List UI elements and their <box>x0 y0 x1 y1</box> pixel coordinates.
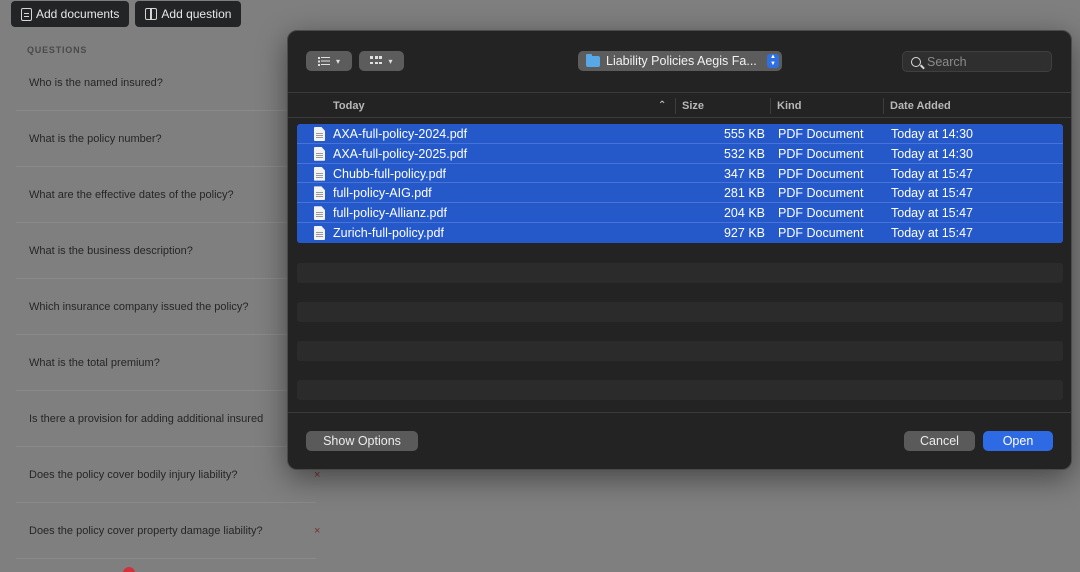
question-item[interactable]: Is there a provision for adding addition… <box>16 391 316 447</box>
footer-divider <box>288 412 1071 413</box>
show-options-button[interactable]: Show Options <box>306 431 418 451</box>
pdf-file-icon <box>314 146 325 161</box>
toolbar: Add documents Add question <box>11 1 242 27</box>
cancel-button[interactable]: Cancel <box>904 431 975 451</box>
question-text: What is the total premium? <box>29 356 160 369</box>
notification-dot <box>123 567 135 572</box>
panel-icon <box>145 8 158 20</box>
file-list: AXA-full-policy-2024.pdf 555 KB PDF Docu… <box>297 124 1063 243</box>
file-size: 927 KB <box>723 225 765 240</box>
question-text: What is the policy number? <box>29 132 162 145</box>
pdf-file-icon <box>314 225 325 240</box>
file-name: Zurich-full-policy.pdf <box>333 225 444 240</box>
file-row[interactable]: full-policy-Allianz.pdf 204 KB PDF Docum… <box>297 203 1063 223</box>
file-row[interactable]: AXA-full-policy-2024.pdf 555 KB PDF Docu… <box>297 124 1063 144</box>
chevron-down-icon: ▾ <box>335 56 340 66</box>
file-row[interactable]: Zurich-full-policy.pdf 927 KB PDF Docume… <box>297 222 1063 243</box>
location-popup[interactable]: Liability Policies Aegis Fa... ▲ ▼ <box>578 51 782 71</box>
add-documents-button[interactable]: Add documents <box>11 1 130 27</box>
file-kind: PDF Document <box>778 146 864 161</box>
chevron-down-icon: ▾ <box>388 56 393 66</box>
grid-view-toggle[interactable]: ▾ <box>359 51 404 71</box>
add-question-button[interactable]: Add question <box>135 1 242 27</box>
file-row[interactable]: Chubb-full-policy.pdf 347 KB PDF Documen… <box>297 163 1063 184</box>
question-item[interactable]: Which insurance company issued the polic… <box>16 279 316 335</box>
pdf-file-icon <box>314 127 325 141</box>
remove-question-icon[interactable]: × <box>314 525 320 537</box>
file-name: full-policy-Allianz.pdf <box>333 206 447 221</box>
file-date: Today at 15:47 <box>891 166 974 181</box>
list-view-toggle[interactable]: ▾ <box>306 51 352 71</box>
question-list: Who is the named insured? What is the po… <box>16 55 320 559</box>
add-question-label: Add question <box>161 7 232 21</box>
column-date-added[interactable]: Date Added <box>890 100 951 112</box>
question-text: What is the business description? <box>29 244 193 257</box>
search-field[interactable] <box>902 51 1052 72</box>
question-item[interactable]: What is the total premium? <box>16 335 316 391</box>
question-item[interactable]: Does the policy cover property damage li… <box>16 503 320 559</box>
column-name[interactable]: Today <box>333 100 365 112</box>
questions-heading: QUESTIONS <box>27 45 88 55</box>
file-size: 204 KB <box>723 206 765 221</box>
question-text: Does the policy cover property damage li… <box>29 524 263 537</box>
empty-row <box>297 302 1063 322</box>
empty-row <box>297 263 1063 283</box>
question-item[interactable]: Who is the named insured? <box>16 55 316 111</box>
search-input[interactable] <box>927 54 1037 69</box>
document-icon <box>21 7 32 21</box>
file-open-dialog: ▾ ▾ Liability Policies Aegis Fa... ▲▼ To… <box>287 30 1072 470</box>
question-text: Is there a provision for adding addition… <box>29 412 264 425</box>
question-text: What are the effective dates of the poli… <box>29 188 234 201</box>
file-name: Chubb-full-policy.pdf <box>333 166 447 181</box>
empty-row <box>297 380 1063 400</box>
column-size[interactable]: Size <box>682 100 704 112</box>
file-row[interactable]: AXA-full-policy-2025.pdf 532 KB PDF Docu… <box>297 143 1063 164</box>
file-row[interactable]: full-policy-AIG.pdf 281 KB PDF Document … <box>297 183 1063 204</box>
column-divider[interactable] <box>883 98 884 114</box>
column-divider[interactable] <box>770 98 771 114</box>
file-date: Today at 15:47 <box>891 206 974 221</box>
file-name: AXA-full-policy-2025.pdf <box>333 146 468 161</box>
open-button[interactable]: Open <box>983 431 1053 451</box>
question-item[interactable]: What is the policy number? <box>16 111 316 167</box>
pdf-file-icon <box>314 166 325 181</box>
question-item[interactable]: What are the effective dates of the poli… <box>16 167 316 223</box>
file-name: AXA-full-policy-2024.pdf <box>333 127 468 141</box>
file-size: 281 KB <box>723 186 765 201</box>
question-text: Who is the named insured? <box>29 76 163 89</box>
file-size: 532 KB <box>723 146 765 161</box>
column-header: Today ⌃ Size Kind Date Added <box>288 92 1071 118</box>
column-divider[interactable] <box>675 98 676 114</box>
column-kind[interactable]: Kind <box>777 100 801 112</box>
pdf-file-icon <box>314 186 325 201</box>
list-view-icon <box>317 56 330 66</box>
question-text: Which insurance company issued the polic… <box>29 300 249 313</box>
question-item[interactable]: Does the policy cover bodily injury liab… <box>16 447 320 503</box>
file-date: Today at 15:47 <box>891 186 974 201</box>
file-kind: PDF Document <box>778 127 864 141</box>
file-kind: PDF Document <box>778 225 864 240</box>
question-item[interactable]: What is the business description? <box>16 223 316 279</box>
file-date: Today at 14:30 <box>891 127 974 141</box>
folder-icon <box>586 53 600 67</box>
file-size: 347 KB <box>723 166 765 181</box>
question-text: Does the policy cover bodily injury liab… <box>29 468 238 481</box>
file-kind: PDF Document <box>778 166 864 181</box>
location-label: Liability Policies Aegis Fa... <box>606 54 757 68</box>
file-kind: PDF Document <box>778 206 864 221</box>
empty-row <box>297 341 1063 361</box>
search-icon <box>911 56 921 67</box>
pdf-file-icon <box>314 206 325 221</box>
file-size: 555 KB <box>723 127 765 141</box>
file-date: Today at 15:47 <box>891 225 974 240</box>
add-documents-label: Add documents <box>36 7 120 21</box>
remove-question-icon[interactable]: × <box>314 469 320 481</box>
file-name: full-policy-AIG.pdf <box>333 186 432 201</box>
grid-view-icon <box>370 56 383 66</box>
sort-ascending-icon[interactable]: ⌃ <box>658 100 666 111</box>
file-date: Today at 14:30 <box>891 146 974 161</box>
file-kind: PDF Document <box>778 186 864 201</box>
up-down-chevron-icon: ▲ ▼ <box>767 54 779 68</box>
